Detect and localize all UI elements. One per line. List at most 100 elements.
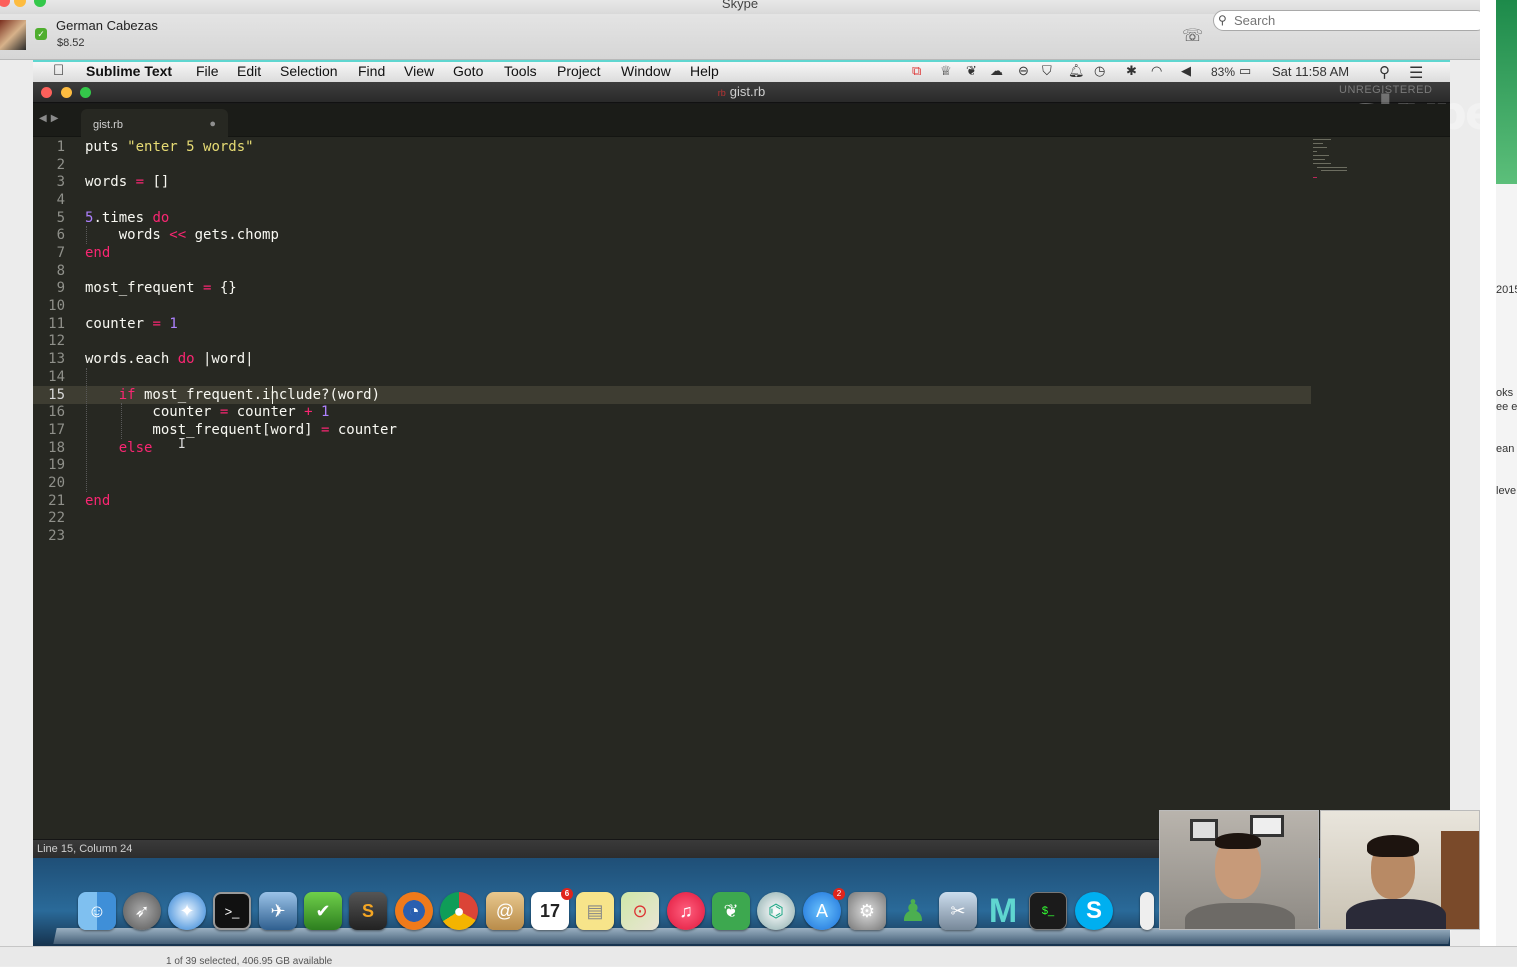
chrome-icon[interactable]: ● (440, 892, 478, 930)
line-number: 3 (56, 174, 65, 190)
battery-icon[interactable]: ▭ (1239, 63, 1251, 79)
itunes-icon[interactable]: ♫ (667, 892, 705, 930)
screen-share-icon[interactable]: ⧉ (912, 63, 921, 79)
menu-help[interactable]: Help (690, 63, 719, 79)
cursor-position[interactable]: Line 15, Column 24 (37, 843, 132, 855)
mouse-ibeam-icon: I (178, 437, 186, 452)
tab-bar: ◀▶ gist.rb ● (33, 104, 1450, 137)
menu-file[interactable]: File (196, 63, 219, 79)
spotlight-icon[interactable]: ⚲ (1379, 63, 1390, 81)
menu-window[interactable]: Window (621, 63, 671, 79)
keyword-token: if (118, 387, 136, 403)
remote-video-feed[interactable] (1159, 810, 1319, 930)
skype-window-edge (1480, 0, 1496, 946)
console-icon[interactable]: $_ (1029, 892, 1067, 930)
tab-gist-rb[interactable]: gist.rb ● (81, 109, 228, 137)
contacts-icon[interactable]: @ (486, 892, 524, 930)
stickies-icon[interactable]: ▤ (576, 892, 614, 930)
code-line: end (85, 492, 110, 510)
minimap[interactable] (1311, 137, 1371, 182)
code-token: puts (85, 139, 128, 155)
do-not-disturb-icon[interactable]: ⊖ (1018, 63, 1029, 79)
calendar-icon[interactable]: 17 6 (531, 888, 573, 930)
evernote-icon[interactable]: ❦ (966, 63, 977, 79)
notes-check-icon[interactable]: ✔ (304, 892, 342, 930)
local-video-feed[interactable] (1320, 810, 1480, 930)
finder-icon[interactable]: ☺ (78, 892, 116, 930)
tab-nav-arrows-icon[interactable]: ◀▶ (39, 113, 62, 124)
contact-name[interactable]: German Cabezas (56, 18, 158, 33)
line-number-active: 15 (48, 387, 65, 403)
menu-goto[interactable]: Goto (453, 63, 483, 79)
sublime-text-icon[interactable]: S (349, 892, 387, 930)
menu-tools[interactable]: Tools (504, 63, 537, 79)
bluetooth-icon[interactable]: ✱ (1126, 63, 1137, 79)
background-text: oks (1496, 387, 1514, 399)
unsaved-dot-icon[interactable]: ● (209, 118, 216, 130)
notification-center-icon[interactable]: ☰ (1409, 63, 1423, 83)
cloud-icon[interactable]: ☁ (990, 63, 1003, 79)
menu-view[interactable]: View (404, 63, 434, 79)
battery-percent: 83% (1211, 65, 1236, 79)
menu-selection[interactable]: Selection (280, 63, 338, 79)
maps-icon[interactable]: ⊙ (621, 892, 659, 930)
dock-separator-icon (1140, 892, 1154, 930)
time-machine-icon[interactable]: ◷ (1094, 63, 1105, 79)
line-number: 6 (56, 227, 65, 243)
line-number: 5 (56, 210, 65, 226)
dock-shelf (53, 928, 1452, 944)
minimap-line (1313, 177, 1317, 178)
line-number: 1 (56, 139, 65, 155)
network-icon[interactable]: ⌬ (757, 892, 795, 930)
skype-credit[interactable]: $8.52 (57, 37, 85, 49)
line-number-gutter: 1 2 3 4 5 6 7 8 9 10 11 12 13 14 15 16 1… (33, 137, 79, 839)
menu-edit[interactable]: Edit (237, 63, 261, 79)
volume-icon[interactable]: ◀︎ (1181, 63, 1191, 79)
menu-project[interactable]: Project (557, 63, 601, 79)
firefox-icon[interactable]: ◔ (395, 892, 433, 930)
launchpad-icon[interactable]: ➶ (123, 892, 161, 930)
menu-app-name[interactable]: Sublime Text (86, 63, 172, 79)
menu-clock[interactable]: Sat 11:58 AM (1272, 64, 1349, 79)
code-line: counter = counter + 1 (85, 403, 329, 421)
wifi-icon[interactable]: ◠ (1151, 63, 1162, 79)
code-line: if most_frequent.include?(word) (85, 386, 380, 404)
code-token: [] (144, 174, 170, 190)
menu-find[interactable]: Find (358, 63, 385, 79)
minimap-line (1313, 159, 1325, 160)
background-window-header (1496, 0, 1517, 184)
background-text: 2015 (1496, 284, 1517, 296)
system-preferences-icon[interactable]: ⚙ (848, 892, 886, 930)
safari-icon[interactable]: ✦ (168, 892, 206, 930)
skype-dock-icon[interactable]: S (1075, 892, 1113, 930)
code-line: end (85, 244, 110, 262)
operator-token: = (152, 316, 161, 332)
code-token: words (85, 227, 170, 243)
line-number: 21 (48, 493, 65, 509)
notification-bell-icon[interactable]: 🔔︎ (1068, 63, 1085, 79)
code-token: |word| (194, 351, 254, 367)
code-editor[interactable]: 1 2 3 4 5 6 7 8 9 10 11 12 13 14 15 16 1… (33, 137, 1450, 839)
preview-icon[interactable]: ✈ (259, 892, 297, 930)
code-line: counter = 1 (85, 315, 178, 333)
terminal-icon[interactable]: >_ (213, 892, 251, 930)
minimap-line (1317, 167, 1347, 168)
avatar[interactable] (0, 20, 26, 50)
photo-tools-icon[interactable]: ✂ (939, 892, 977, 930)
keyword-token: end (85, 245, 111, 261)
apple-icon[interactable]:  (53, 62, 64, 79)
tab-label: gist.rb (93, 119, 123, 131)
m-app-icon[interactable]: M (984, 892, 1022, 930)
evernote-dock-icon[interactable]: ❦ (712, 892, 750, 930)
user-green-icon[interactable]: ♟ (894, 892, 932, 930)
code-token: counter (85, 316, 153, 332)
dialpad-icon[interactable]: ☏ (1182, 26, 1203, 46)
shield-icon[interactable]: ⛉ (1042, 63, 1052, 79)
line-number: 7 (56, 245, 65, 261)
app-store-icon[interactable]: A2 (803, 888, 845, 930)
background-text: leve (1496, 485, 1517, 497)
person-hair (1367, 835, 1419, 857)
search-input[interactable] (1213, 10, 1487, 31)
code-line: words.each do |word| (85, 350, 254, 368)
alfred-icon[interactable]: ♕ (940, 63, 952, 79)
